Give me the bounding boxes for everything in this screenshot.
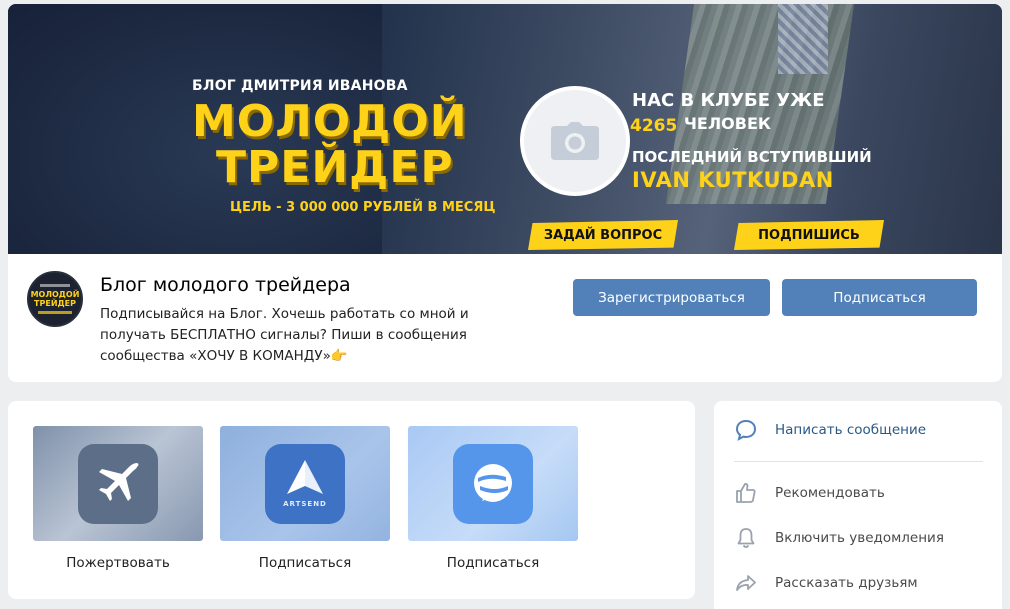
send-message-action[interactable]: Написать сообщение — [734, 415, 984, 445]
subscribe-button[interactable]: Подписаться — [782, 279, 977, 316]
enable-notifications-label: Включить уведомления — [775, 530, 944, 546]
enable-notifications-action[interactable]: Включить уведомления — [734, 523, 984, 553]
avatar-text-line2: ТРЕЙДЕР — [34, 299, 76, 308]
club-heading: НАС В КЛУБЕ УЖЕ — [632, 90, 825, 111]
app-artsend-subscribe[interactable]: ARTSEND — [220, 426, 390, 541]
cover-title-line1: МОЛОДОЙ — [192, 96, 468, 147]
chat-bubble-s-icon — [474, 463, 512, 502]
register-button[interactable]: Зарегистрироваться — [573, 279, 770, 316]
cover-image: БЛОГ ДМИТРИЯ ИВАНОВА МОЛОДОЙ ТРЕЙДЕР ЦЕЛ… — [8, 4, 1002, 254]
camera-icon — [551, 122, 599, 160]
share-action[interactable]: Рассказать друзьям — [734, 568, 984, 598]
cover-eyebrow: БЛОГ ДМИТРИЯ ИВАНОВА — [192, 78, 408, 94]
app-chat-subscribe[interactable] — [408, 426, 578, 541]
group-status: Подписывайся на Блог. Хочешь работать со… — [100, 306, 469, 364]
airplane-icon — [99, 462, 139, 501]
actions-widget: Написать сообщение Рекомендовать Включит… — [714, 401, 1002, 609]
actions-divider — [734, 461, 983, 462]
last-member-avatar — [520, 86, 630, 196]
share-label: Рассказать друзьям — [775, 575, 918, 591]
club-people-label: ЧЕЛОВЕК — [684, 114, 771, 133]
last-joined-label: ПОСЛЕДНИЙ ВСТУПИВШИЙ — [632, 148, 872, 166]
share-arrow-icon — [736, 575, 756, 591]
app-chat-label[interactable]: Подписаться — [408, 555, 578, 571]
avatar-text-line1: МОЛОДОЙ — [30, 290, 80, 299]
app-donate-label[interactable]: Пожертвовать — [33, 555, 203, 571]
group-name: Блог молодого трейдера — [100, 274, 351, 296]
artsend-caption: ARTSEND — [283, 499, 327, 508]
club-member-count: 4265 — [630, 116, 678, 136]
app-artsend-label[interactable]: Подписаться — [220, 555, 390, 571]
group-header-card: БЛОГ ДМИТРИЯ ИВАНОВА МОЛОДОЙ ТРЕЙДЕР ЦЕЛ… — [8, 4, 1002, 382]
last-joined-name: IVAN KUTKUDAN — [632, 168, 834, 192]
recommend-action[interactable]: Рекомендовать — [734, 478, 984, 508]
bell-icon — [737, 528, 755, 548]
cover-title-line2: ТРЕЙДЕР — [216, 142, 454, 193]
subscribe-cta[interactable]: ПОДПИШИСЬ — [734, 220, 884, 250]
message-bubble-icon — [735, 419, 757, 441]
group-avatar[interactable]: МОЛОДОЙ ТРЕЙДЕР — [27, 271, 83, 327]
ask-question-cta[interactable]: ЗАДАЙ ВОПРОС — [528, 220, 678, 250]
send-message-label: Написать сообщение — [775, 422, 927, 438]
apps-widget: Пожертвовать ARTSEND Подписаться Подписа… — [8, 401, 695, 599]
recommend-label: Рекомендовать — [775, 485, 885, 501]
app-donate[interactable] — [33, 426, 203, 541]
thumbs-up-icon — [736, 483, 756, 503]
cover-tie — [778, 4, 828, 74]
paper-plane-icon — [287, 459, 323, 494]
cover-goal: ЦЕЛЬ - 3 000 000 РУБЛЕЙ В МЕСЯЦ — [230, 200, 496, 215]
